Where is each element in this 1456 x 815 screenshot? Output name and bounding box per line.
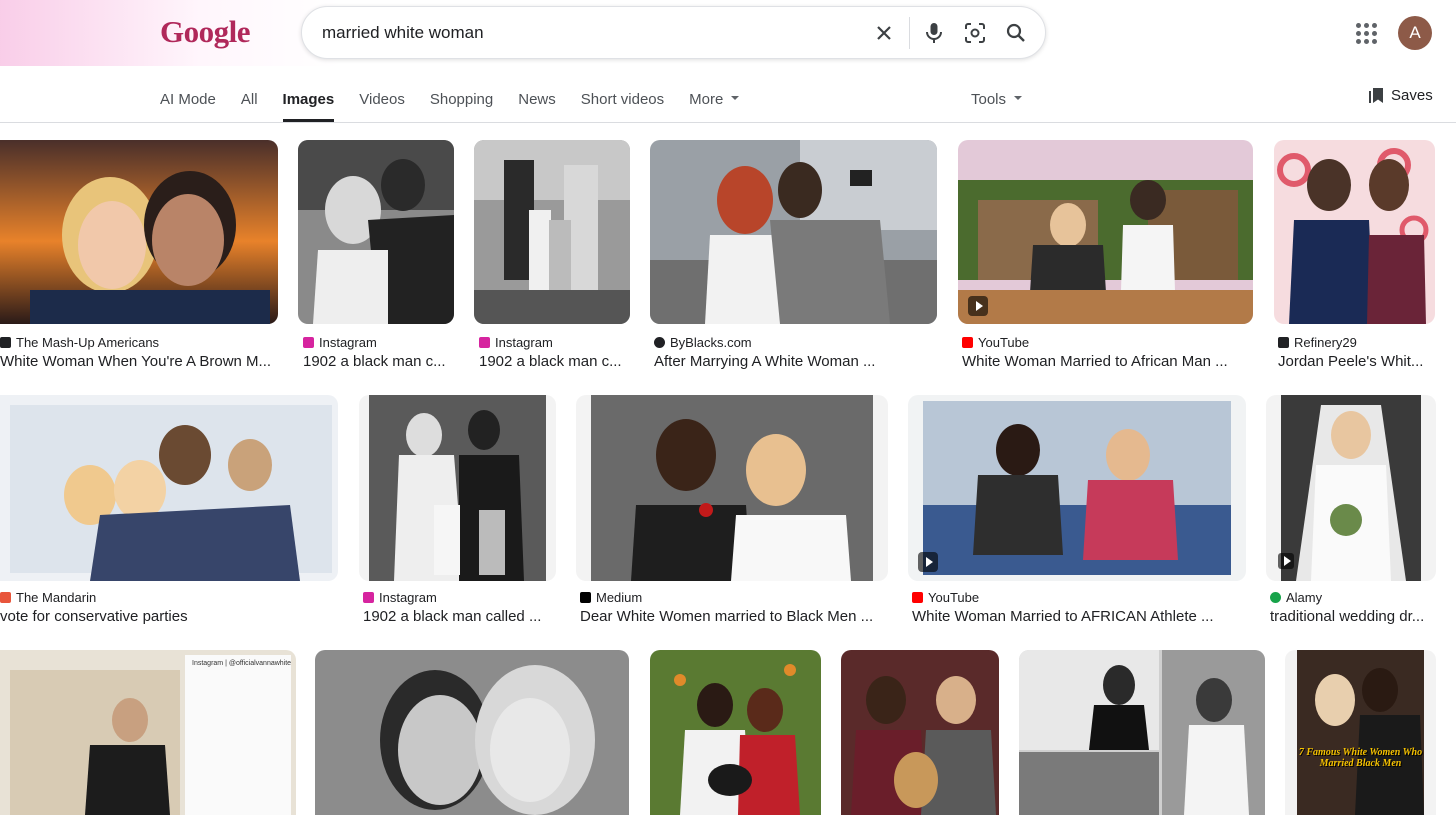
image-thumbnail[interactable] xyxy=(841,650,999,815)
search-icon[interactable] xyxy=(1001,18,1031,48)
tab-ai-mode[interactable]: AI Mode xyxy=(160,84,216,122)
youtube-icon xyxy=(912,592,923,603)
image-thumbnail[interactable] xyxy=(576,395,888,581)
play-icon xyxy=(968,296,988,316)
tab-videos[interactable]: Videos xyxy=(359,84,405,122)
result-source[interactable]: YouTube xyxy=(912,590,979,605)
instagram-icon xyxy=(303,337,314,348)
video-thumbnail[interactable] xyxy=(908,395,1246,581)
result-source[interactable]: Instagram xyxy=(303,335,377,350)
result-title[interactable]: 1902 a black man called ... xyxy=(363,608,556,625)
result-title[interactable]: Dear White Women married to Black Men ..… xyxy=(580,608,888,625)
tab-short-videos[interactable]: Short videos xyxy=(581,84,664,122)
result-title[interactable]: Jordan Peele's Whit... xyxy=(1278,353,1435,370)
favicon-icon xyxy=(1278,337,1289,348)
image-thumbnail[interactable] xyxy=(650,140,937,324)
result-source[interactable]: Instagram xyxy=(363,590,437,605)
tab-more[interactable]: More xyxy=(689,84,740,122)
result-source[interactable]: The Mash-Up Americans xyxy=(0,335,159,350)
instagram-icon xyxy=(363,592,374,603)
tab-shopping[interactable]: Shopping xyxy=(430,84,493,122)
result-source[interactable]: Instagram xyxy=(479,335,553,350)
header: Google married white woman A xyxy=(0,0,1456,66)
search-divider xyxy=(909,17,910,49)
image-thumbnail[interactable]: Instagram | @officialvannawhite xyxy=(0,650,296,815)
result-source[interactable]: Refinery29 xyxy=(1278,335,1357,350)
search-box[interactable]: married white woman xyxy=(301,6,1046,59)
image-thumbnail[interactable] xyxy=(1019,650,1265,815)
thumbnail-overlay-text: 7 Famous White Women Who Married Black M… xyxy=(1298,747,1423,769)
camera-lens-icon[interactable] xyxy=(960,18,990,48)
alamy-icon xyxy=(1270,592,1281,603)
search-input[interactable]: married white woman xyxy=(322,23,484,43)
caption-header: Instagram | @officialvannawhite xyxy=(192,660,292,667)
tabs-divider xyxy=(0,122,1456,123)
medium-icon xyxy=(580,592,591,603)
caret-down-icon xyxy=(731,96,740,101)
tab-all[interactable]: All xyxy=(241,84,258,122)
result-source[interactable]: The Mandarin xyxy=(0,590,96,605)
tools-button[interactable]: Tools xyxy=(971,91,1023,108)
google-apps-icon[interactable] xyxy=(1352,19,1380,47)
result-source[interactable]: Alamy xyxy=(1270,590,1322,605)
image-thumbnail[interactable] xyxy=(650,650,821,815)
favicon-icon xyxy=(0,337,11,348)
microphone-icon[interactable] xyxy=(919,18,949,48)
image-thumbnail[interactable] xyxy=(474,140,630,324)
result-title[interactable]: White Woman Married to AFRICAN Athlete .… xyxy=(912,608,1246,625)
image-thumbnail[interactable] xyxy=(315,650,629,815)
favicon-icon xyxy=(0,592,11,603)
result-source[interactable]: ByBlacks.com xyxy=(654,335,752,350)
result-title[interactable]: White Woman Married to African Man ... xyxy=(962,353,1253,370)
result-title[interactable]: traditional wedding dr... xyxy=(1270,608,1436,625)
result-title[interactable]: White Woman When You're A Brown M... xyxy=(0,353,278,370)
caret-down-icon xyxy=(1014,96,1023,101)
result-source[interactable]: Medium xyxy=(580,590,642,605)
result-title[interactable]: vote for conservative parties xyxy=(0,608,338,625)
image-thumbnail[interactable] xyxy=(0,395,338,581)
favicon-icon xyxy=(654,337,665,348)
result-title[interactable]: 1902 a black man c... xyxy=(479,353,630,370)
image-thumbnail[interactable] xyxy=(298,140,454,324)
image-thumbnail[interactable]: 7 Famous White Women Who Married Black M… xyxy=(1285,650,1436,815)
bookmark-icon xyxy=(1369,88,1383,103)
image-thumbnail[interactable] xyxy=(1266,395,1436,581)
clear-icon[interactable] xyxy=(869,18,899,48)
play-icon xyxy=(918,552,938,572)
google-logo[interactable]: Google xyxy=(160,14,251,50)
tab-images[interactable]: Images xyxy=(282,84,334,122)
video-thumbnail[interactable] xyxy=(958,140,1253,324)
result-title[interactable]: After Marrying A White Woman ... xyxy=(654,353,937,370)
search-tabs: AI Mode All Images Videos Shopping News … xyxy=(160,84,764,122)
saves-button[interactable]: Saves xyxy=(1369,87,1433,104)
image-thumbnail[interactable] xyxy=(1274,140,1435,324)
image-thumbnail[interactable] xyxy=(0,140,278,324)
tab-news[interactable]: News xyxy=(518,84,556,122)
result-source[interactable]: YouTube xyxy=(962,335,1029,350)
image-badge-icon xyxy=(1278,553,1294,569)
image-thumbnail[interactable] xyxy=(359,395,556,581)
account-avatar[interactable]: A xyxy=(1398,16,1432,50)
result-title[interactable]: 1902 a black man c... xyxy=(303,353,454,370)
instagram-icon xyxy=(479,337,490,348)
youtube-icon xyxy=(962,337,973,348)
